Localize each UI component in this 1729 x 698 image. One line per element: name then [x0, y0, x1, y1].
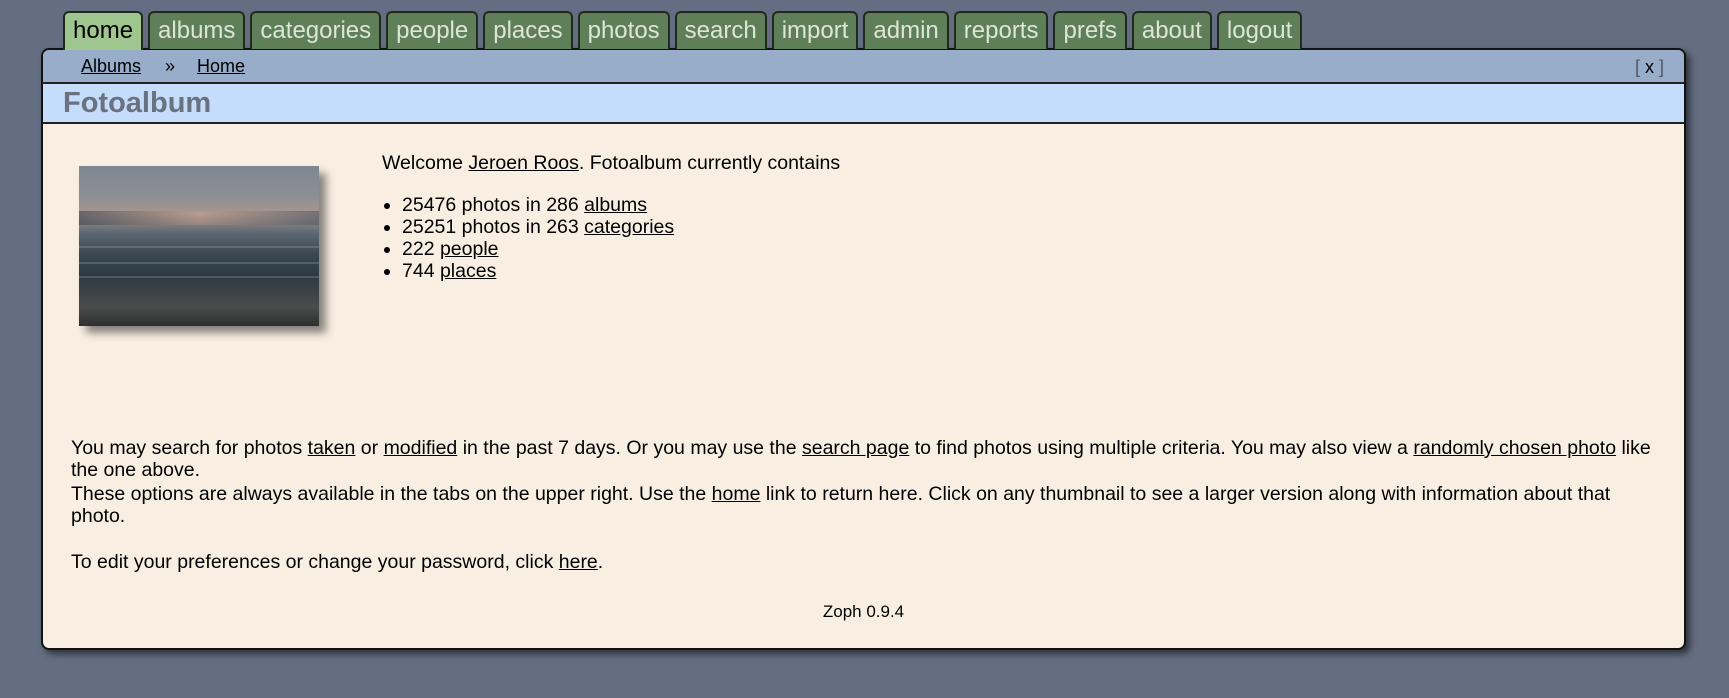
close-label: x	[1644, 57, 1654, 77]
tab-search[interactable]: search	[674, 11, 767, 49]
tab-import[interactable]: import	[771, 11, 859, 49]
tab-photos[interactable]: photos	[577, 11, 670, 49]
tab-people[interactable]: people	[386, 11, 479, 49]
categories-link[interactable]: categories	[584, 216, 674, 238]
people-link[interactable]: people	[440, 238, 499, 260]
title-bar: Fotoalbum	[43, 84, 1684, 124]
random-photo-thumbnail[interactable]	[79, 166, 319, 326]
tab-categories[interactable]: categories	[250, 11, 382, 49]
stats-item-albums: 25476 photos in 286 albums	[402, 194, 674, 216]
close-button[interactable]: [ x ]	[1635, 57, 1664, 78]
tab-reports[interactable]: reports	[953, 11, 1049, 49]
options-paragraph: These options are always available in th…	[71, 483, 1611, 527]
prefs-paragraph: To edit your preferences or change your …	[71, 551, 604, 573]
modified-link[interactable]: modified	[384, 437, 458, 459]
search-page-link[interactable]: search page	[802, 437, 909, 459]
breadcrumb: Albums » Home [ x ]	[43, 50, 1684, 84]
breadcrumb-separator: »	[165, 56, 176, 76]
user-name-link[interactable]: Jeroen Roos	[468, 152, 579, 174]
places-link[interactable]: places	[440, 260, 496, 282]
tab-home[interactable]: home	[63, 11, 144, 50]
tab-albums[interactable]: albums	[148, 11, 246, 49]
tab-prefs[interactable]: prefs	[1053, 11, 1127, 49]
stats-item-places: 744 places	[402, 260, 674, 282]
random-photo-link[interactable]: randomly chosen photo	[1413, 437, 1616, 459]
taken-link[interactable]: taken	[308, 437, 356, 459]
tab-about[interactable]: about	[1131, 11, 1212, 49]
stats-list: 25476 photos in 286 albums 25251 photos …	[382, 194, 674, 282]
version-footer: Zoph 0.9.4	[822, 602, 905, 621]
main-panel: Albums » Home [ x ] Fotoalbum Welcome Je…	[41, 48, 1686, 650]
stats-item-people: 222 people	[402, 238, 674, 260]
breadcrumb-albums-link[interactable]: Albums	[81, 56, 141, 77]
main-nav-tabs: home albums categories people places pho…	[63, 11, 1303, 50]
home-link[interactable]: home	[712, 483, 761, 505]
stats-item-categories: 25251 photos in 263 categories	[402, 216, 674, 238]
tab-admin[interactable]: admin	[863, 11, 949, 49]
search-paragraph: You may search for photos taken or modif…	[71, 437, 1651, 481]
albums-link[interactable]: albums	[584, 194, 647, 216]
page-title: Fotoalbum	[63, 87, 212, 119]
breadcrumb-home-link[interactable]: Home	[197, 56, 245, 77]
prefs-here-link[interactable]: here	[559, 551, 598, 573]
welcome-text: Welcome Jeroen Roos. Fotoalbum currently…	[382, 152, 841, 174]
tab-places[interactable]: places	[483, 11, 573, 49]
content-area: Welcome Jeroen Roos. Fotoalbum currently…	[43, 124, 1684, 648]
tab-logout[interactable]: logout	[1216, 11, 1303, 49]
